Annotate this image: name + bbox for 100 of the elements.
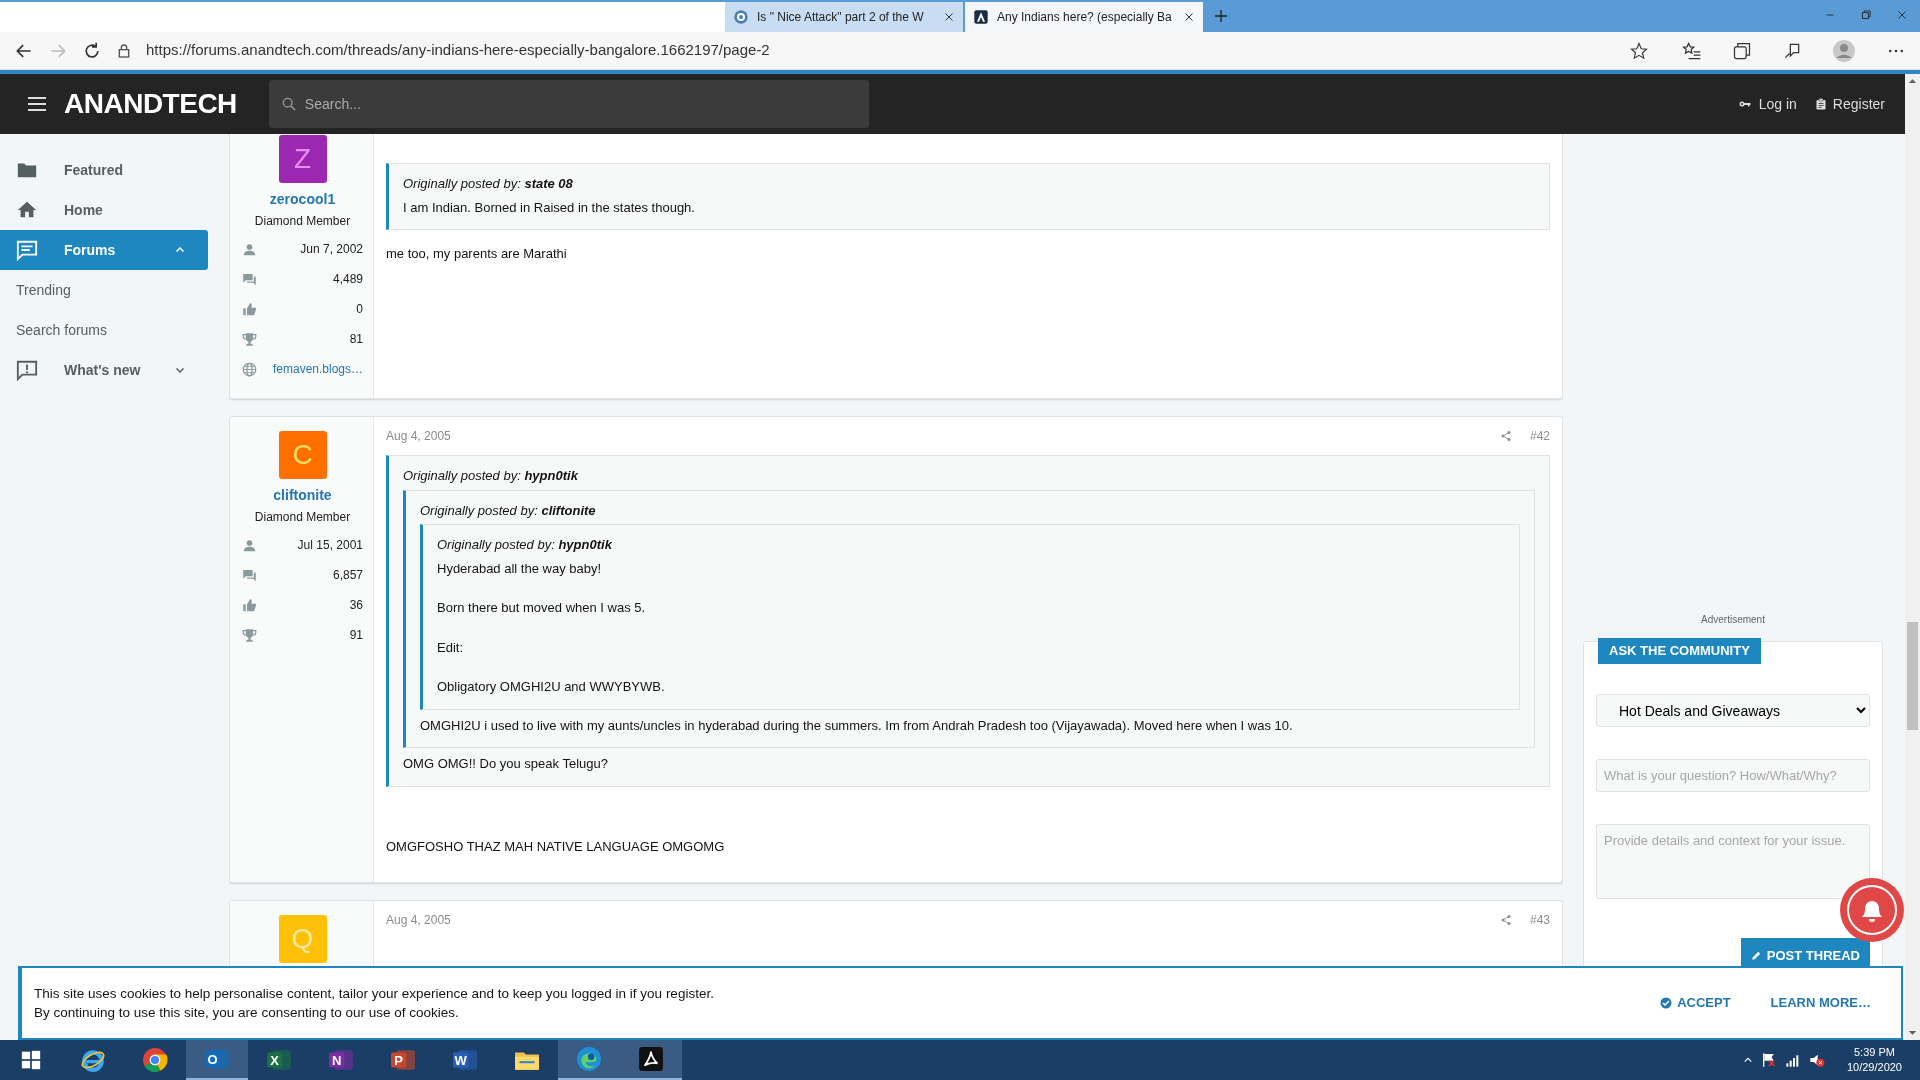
- scrollbar-thumb[interactable]: [1907, 622, 1918, 730]
- scroll-up-icon[interactable]: [1908, 77, 1917, 86]
- post-number[interactable]: #42: [1529, 427, 1550, 445]
- sidebar-item[interactable]: Trending: [0, 270, 208, 310]
- stat-value: 81: [349, 331, 363, 348]
- comments-icon: [242, 567, 257, 583]
- stat-value: Jun 7, 2002: [300, 241, 363, 258]
- post-text: Born there but moved when I was 5.: [437, 599, 646, 617]
- learn-more-button[interactable]: LEARN MORE…: [1764, 992, 1877, 1014]
- taskbar-button[interactable]: W: [434, 1040, 496, 1080]
- question-field[interactable]: What is your question? How/What/Why?: [1596, 759, 1870, 792]
- scroll-down-icon[interactable]: [1908, 1028, 1917, 1037]
- accept-button[interactable]: ACCEPT: [1654, 992, 1737, 1014]
- clock-date[interactable]: 10/29/2020: [1846, 1060, 1902, 1075]
- acrobat-icon: [638, 1046, 664, 1072]
- globe-icon: [242, 361, 257, 377]
- cookie-notice-text: This site uses cookies to help personalise content, tailor your experience and to keep you logged in if you register.: [34, 985, 714, 1003]
- thumbs-up-icon: [242, 597, 257, 613]
- lock-icon: [116, 41, 132, 60]
- register-link[interactable]: Register: [1832, 93, 1885, 115]
- comments-icon: [242, 271, 257, 287]
- browser-e-icon: [80, 1047, 106, 1073]
- new-tab-icon[interactable]: [1213, 8, 1229, 24]
- browser-tab[interactable]: Any Indians here? (especially Ba: [965, 2, 1203, 32]
- sidebar-item[interactable]: Search forums: [0, 310, 208, 350]
- user-title: Diamond Member: [254, 509, 351, 526]
- share-icon[interactable]: [1499, 430, 1512, 442]
- post-text: Hyderabad all the way baby!: [437, 559, 602, 578]
- person-icon: [242, 537, 257, 553]
- stat-value: 4,489: [332, 271, 363, 288]
- shield-icon: [733, 9, 749, 25]
- sidebar-item[interactable]: Home: [0, 190, 208, 230]
- post-text: me too, my parents are Marathi: [386, 245, 567, 263]
- collections-icon[interactable]: [1732, 40, 1752, 61]
- clock-time[interactable]: 5:39 PM: [1846, 1045, 1902, 1060]
- search-icon: [280, 96, 297, 112]
- scrollbar[interactable]: [1905, 74, 1920, 1040]
- stat-value: Jul 15, 2001: [297, 537, 363, 554]
- address-field[interactable]: https://forums.anandtech.com/threads/any-indians-here-especially-bangalore.1662197/page-2: [146, 39, 770, 62]
- close-icon[interactable]: [1183, 11, 1195, 23]
- browser-tab[interactable]: Is " Nice Attack" part 2 of the W: [725, 2, 963, 32]
- quote-attribution: Originally posted by: cliftonite: [420, 501, 596, 520]
- username-link[interactable]: cliftonite: [273, 485, 332, 506]
- taskbar-button[interactable]: O: [186, 1040, 248, 1080]
- details-field[interactable]: Provide details and context for your issue.: [1596, 824, 1870, 899]
- chat-icon: [16, 239, 38, 261]
- windows-logo-icon: [21, 1050, 41, 1070]
- restore-icon[interactable]: [1859, 8, 1873, 22]
- tab-logo-icon: [973, 9, 989, 25]
- post-number[interactable]: #43: [1529, 911, 1550, 929]
- chrome-icon: [142, 1047, 168, 1073]
- quote-attribution: Originally posted by: state 08: [403, 175, 573, 193]
- pencil-icon: [1750, 950, 1762, 962]
- login-link[interactable]: Log in: [1758, 93, 1797, 115]
- website-link[interactable]: femaven.blogs…: [272, 360, 363, 378]
- post-date[interactable]: Aug 4, 2005: [386, 427, 451, 445]
- quote-attribution: Originally posted by: hypn0tik: [437, 536, 612, 554]
- edge-swirl-icon: [576, 1046, 602, 1072]
- thumbs-up-icon: [242, 301, 257, 317]
- sidebar-item[interactable]: Forums: [0, 230, 208, 270]
- trophy-icon: [242, 627, 257, 643]
- sidebar-item[interactable]: Featured: [0, 150, 208, 190]
- post-text: OMGFOSHO THAZ MAH NATIVE LANGUAGE OMGOMG: [386, 837, 725, 856]
- post-date[interactable]: Aug 4, 2005: [386, 911, 451, 929]
- post-text: Obligatory OMGHI2U and WWYBYWB.: [437, 678, 665, 696]
- taskbar-button[interactable]: N: [310, 1040, 372, 1080]
- username-link[interactable]: zerocool1: [269, 189, 336, 210]
- check-circle-icon: [1660, 997, 1673, 1009]
- cookie-notice-text: By continuing to use this site, you are consenting to our use of cookies.: [34, 1004, 459, 1022]
- share-icon[interactable]: [1499, 914, 1512, 926]
- close-icon[interactable]: [943, 11, 955, 23]
- menu-icon[interactable]: [28, 96, 46, 112]
- person-icon: [242, 241, 257, 257]
- stat-value: 6,857: [332, 567, 363, 584]
- flag-icon[interactable]: [1760, 1052, 1777, 1068]
- taskbar-button[interactable]: X: [248, 1040, 310, 1080]
- trophy-icon: [242, 331, 257, 347]
- taskbar-button[interactable]: [620, 1040, 682, 1080]
- post-text: OMG OMG!! Do you speak Telugu?: [403, 755, 608, 773]
- forum-select[interactable]: Hot Deals and Giveaways: [1596, 694, 1870, 727]
- search-field[interactable]: Search...: [268, 80, 869, 128]
- speaker-icon[interactable]: [1808, 1052, 1825, 1068]
- user-title: Diamond Member: [254, 213, 351, 230]
- stat-value: 36: [349, 597, 363, 614]
- sidebar-item[interactable]: What's new: [0, 350, 208, 390]
- taskbar-button[interactable]: P: [372, 1040, 434, 1080]
- quote-attribution: Originally posted by: hypn0tik: [403, 467, 578, 485]
- refresh-icon[interactable]: [82, 40, 102, 61]
- stat-value: 91: [349, 627, 363, 644]
- ask-community-label: ASK THE COMMUNITY: [1598, 638, 1761, 664]
- post-text: Edit:: [437, 638, 463, 657]
- stat-value: 0: [356, 301, 363, 318]
- favorites-icon[interactable]: [1682, 40, 1702, 61]
- caret-up-icon[interactable]: [1742, 1055, 1753, 1065]
- bell-icon: [1846, 884, 1898, 936]
- profile-icon[interactable]: [1832, 38, 1856, 63]
- site-logo[interactable]: ANANDTECH: [64, 83, 237, 125]
- signal-icon[interactable]: [1784, 1052, 1801, 1068]
- star-icon[interactable]: [1630, 41, 1648, 60]
- alert-chat-icon: [16, 359, 38, 381]
